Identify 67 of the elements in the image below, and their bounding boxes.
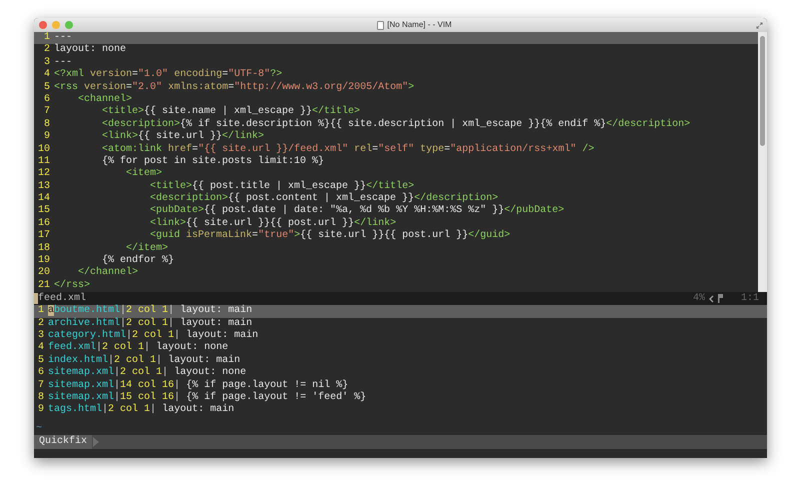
code-line: layout: none xyxy=(54,44,126,57)
line-number: 16 xyxy=(36,218,51,230)
line-number: 7 xyxy=(42,106,51,119)
close-button[interactable] xyxy=(39,21,47,29)
line-number: 11 xyxy=(36,156,51,168)
line-number: 13 xyxy=(36,180,51,193)
line-number: 3 xyxy=(42,56,51,69)
document-icon xyxy=(377,20,384,30)
line-number: 18 xyxy=(36,242,51,255)
line-number: 1 xyxy=(42,32,51,44)
chevron-left-icon xyxy=(708,294,714,303)
quickfix-entry[interactable]: 3 category.html|2 col 1| layout: main xyxy=(34,330,767,342)
empty-line-marker: ~ xyxy=(35,422,44,436)
code-line: <item> xyxy=(125,168,162,180)
quickfix-entry[interactable]: 1 aboutme.html|2 col 1| layout: main xyxy=(34,305,767,318)
minimize-button[interactable] xyxy=(52,21,60,29)
line-number: 8 xyxy=(42,118,51,131)
line-number: 14 xyxy=(36,193,51,205)
scrollbar[interactable] xyxy=(758,32,767,292)
code-line: {% for post in site.posts limit:10 %} xyxy=(101,156,324,168)
code-line: <channel> xyxy=(77,94,132,106)
code-line: </rss> xyxy=(54,280,90,292)
line-number: 15 xyxy=(36,205,51,218)
zoom-button[interactable] xyxy=(65,21,73,29)
cursor xyxy=(34,293,38,304)
quickfix-entry[interactable]: 2 archive.html|2 col 1| layout: main xyxy=(34,318,767,330)
scroll-percent: 4% xyxy=(692,292,705,306)
code-line: <?xml version="1.0" encoding="UTF-8"?> xyxy=(54,69,282,82)
code-line: --- xyxy=(54,32,72,44)
code-line: <title>{{ post.title | xml_escape }}</title> xyxy=(149,180,414,192)
line-number: 20 xyxy=(36,267,51,280)
code-line: --- xyxy=(54,56,72,68)
line-number: 12 xyxy=(36,168,51,181)
quickfix-entry[interactable]: 6 sitemap.xml|2 col 1| layout: none xyxy=(34,367,767,380)
code-line: <link>{{ site.url }}</link> xyxy=(101,131,264,144)
code-line: <pubDate>{{ post.date | date: "%a, %d %b %Y %H:%M:%S %z" }}</pubDate> xyxy=(149,205,564,218)
file-name: feed.xml xyxy=(38,292,86,304)
cursor-position: 1:1 xyxy=(740,292,759,306)
code-line: {% endfor %} xyxy=(101,255,174,266)
line-number: 10 xyxy=(36,144,51,156)
line-number: 5 xyxy=(42,82,51,94)
code-line: <description>{{ post.content | xml_escape }}</description> xyxy=(149,193,498,204)
triangle-right-icon xyxy=(93,437,100,448)
quickfix-entry[interactable]: 9 tags.html|2 col 1| layout: main xyxy=(34,404,767,417)
line-number: 21 xyxy=(36,280,51,292)
tab[interactable]: Quickfix xyxy=(34,435,92,450)
quickfix-entry[interactable]: 7 sitemap.xml|14 col 16| {% if page.layout != nil %} xyxy=(34,380,767,392)
quickfix-entry[interactable]: 8 sitemap.xml|15 col 16| {% if page.layout != 'feed' %} xyxy=(34,392,767,404)
window-title: [No Name] - - VIM xyxy=(387,19,452,31)
code-line: <description>{% if site.description %}{{ site.description | xml_escape }}{% endif %}</description> xyxy=(101,118,690,130)
line-number: 6 xyxy=(42,94,51,106)
flag-icon xyxy=(718,294,723,304)
line-number: 2 xyxy=(42,44,51,57)
quickfix-entry[interactable]: 5 index.html|2 col 1| layout: main xyxy=(34,354,767,368)
quickfix-entry[interactable]: 4 feed.xml|2 col 1| layout: none xyxy=(34,342,767,355)
line-number: 19 xyxy=(36,255,51,267)
code-line: <guid isPermaLink="true">{{ site.url }}{{ post.url }}</guid> xyxy=(149,230,510,242)
line-number: 17 xyxy=(36,230,51,243)
code-line: <rss version="2.0" xmlns:atom="http://www.w3.org/2005/Atom"> xyxy=(54,82,414,94)
fullscreen-icon[interactable] xyxy=(756,22,763,28)
code-line: <atom:link href="{{ site.url }}/feed.xml" rel="self" type="application/rss+xml" /> xyxy=(101,144,594,156)
code-line: <link>{{ site.url }}{{ post.url }}</link> xyxy=(149,218,396,230)
line-number: 4 xyxy=(42,69,51,82)
line-number: 9 xyxy=(42,131,51,144)
code-line: </item> xyxy=(125,242,168,254)
code-line: </channel> xyxy=(77,267,138,280)
code-line: <title>{{ site.name | xml_escape }}</title> xyxy=(101,106,360,118)
